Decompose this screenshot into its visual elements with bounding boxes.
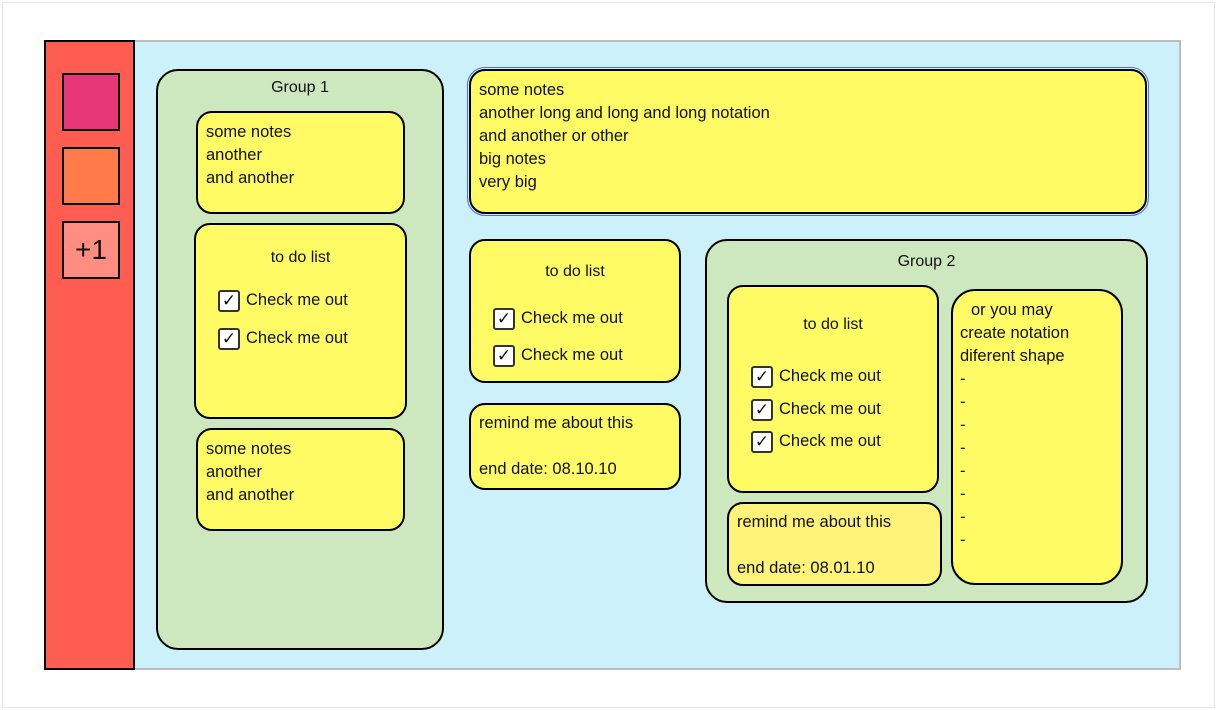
todo-item[interactable]: ✓ Check me out — [218, 327, 348, 350]
todo-item-label: Check me out — [246, 291, 348, 309]
todo-item[interactable]: ✓ Check me out — [751, 365, 881, 388]
dash-line: - — [960, 508, 966, 526]
reminder-group2[interactable]: remind me about this end date: 08.01.10 — [727, 502, 942, 586]
checkbox[interactable]: ✓ — [493, 307, 515, 330]
dash-line: - — [960, 531, 966, 549]
todo-item[interactable]: ✓ Check me out — [218, 289, 348, 312]
note-line: or you may — [971, 301, 1053, 319]
add-note-button[interactable]: +1 — [62, 221, 120, 279]
todo-middle[interactable]: to do list ✓ Check me out ✓ Check me out — [469, 239, 681, 383]
note-line: another — [206, 146, 262, 164]
pink-note-swatch[interactable] — [62, 73, 120, 131]
todo-title: to do list — [545, 263, 605, 280]
reminder-date: end date: 08.10.10 — [479, 460, 617, 478]
note-line: and another — [206, 486, 295, 504]
todo-item-label: Check me out — [779, 400, 881, 418]
todo-item[interactable]: ✓ Check me out — [751, 430, 881, 453]
dash-line: - — [960, 462, 966, 480]
dash-line: - — [960, 370, 966, 388]
note-line: another long and long and long notation — [479, 104, 770, 122]
checkbox[interactable]: ✓ — [493, 344, 515, 367]
sidebar: +1 — [44, 40, 135, 670]
note-group1-bottom[interactable]: some notes another and another — [196, 428, 405, 531]
check-icon: ✓ — [221, 329, 237, 348]
note-line: another — [206, 463, 262, 481]
todo-item[interactable]: ✓ Check me out — [493, 344, 623, 367]
note-line: create notation — [960, 324, 1070, 342]
note-line: some notes — [206, 123, 292, 141]
reminder-text: remind me about this — [737, 513, 892, 531]
note-group1-top[interactable]: some notes another and another — [196, 111, 405, 214]
todo-item-label: Check me out — [246, 329, 348, 347]
orange-note-swatch[interactable] — [62, 147, 120, 205]
group-2-title: Group 2 — [897, 253, 956, 270]
group-1[interactable]: Group 1 some notes another and another t… — [156, 69, 444, 650]
todo-item-label: Check me out — [521, 346, 623, 364]
todo-item-label: Check me out — [521, 309, 623, 327]
group-2[interactable]: Group 2 to do list ✓ Check me out ✓ Chec… — [705, 239, 1148, 603]
check-icon: ✓ — [496, 309, 512, 328]
reminder-date: end date: 08.01.10 — [737, 559, 875, 577]
note-line: and another or other — [479, 127, 629, 145]
todo-item[interactable]: ✓ Check me out — [751, 398, 881, 421]
checkbox[interactable]: ✓ — [218, 289, 240, 312]
group-1-title: Group 1 — [271, 79, 329, 96]
check-icon: ✓ — [221, 291, 237, 310]
note-line: diferent shape — [960, 347, 1065, 365]
plus-one-label: +1 — [75, 234, 107, 265]
note-line: big notes — [479, 150, 546, 168]
todo-group1[interactable]: to do list ✓ Check me out ✓ Check me out — [194, 223, 407, 419]
checkbox[interactable]: ✓ — [751, 398, 773, 421]
check-icon: ✓ — [496, 346, 512, 365]
todo-title: to do list — [270, 249, 331, 266]
checkbox[interactable]: ✓ — [218, 327, 240, 350]
dash-line: - — [960, 485, 966, 503]
reminder-middle[interactable]: remind me about this end date: 08.10.10 — [469, 403, 681, 490]
reminder-text: remind me about this — [479, 414, 634, 432]
check-icon: ✓ — [754, 400, 770, 419]
shape-note[interactable]: or you may create notation diferent shap… — [951, 289, 1123, 585]
checkbox[interactable]: ✓ — [751, 365, 773, 388]
check-icon: ✓ — [754, 367, 770, 386]
todo-item-label: Check me out — [779, 432, 881, 450]
dash-line: - — [960, 439, 966, 457]
todo-item-label: Check me out — [779, 367, 881, 385]
todo-item[interactable]: ✓ Check me out — [493, 307, 623, 330]
note-line: very big — [479, 173, 537, 191]
dash-line: - — [960, 416, 966, 434]
big-note[interactable]: some notes another long and long and lon… — [467, 67, 1149, 216]
note-line: some notes — [206, 440, 292, 458]
todo-title: to do list — [803, 316, 863, 333]
todo-group2[interactable]: to do list ✓ Check me out ✓ Check me out… — [727, 285, 939, 493]
check-icon: ✓ — [754, 432, 770, 451]
checkbox[interactable]: ✓ — [751, 430, 773, 453]
dash-line: - — [960, 393, 966, 411]
notes-canvas[interactable]: Group 1 some notes another and another t… — [135, 40, 1181, 670]
note-line: some notes — [479, 81, 565, 99]
note-line: and another — [206, 169, 295, 187]
